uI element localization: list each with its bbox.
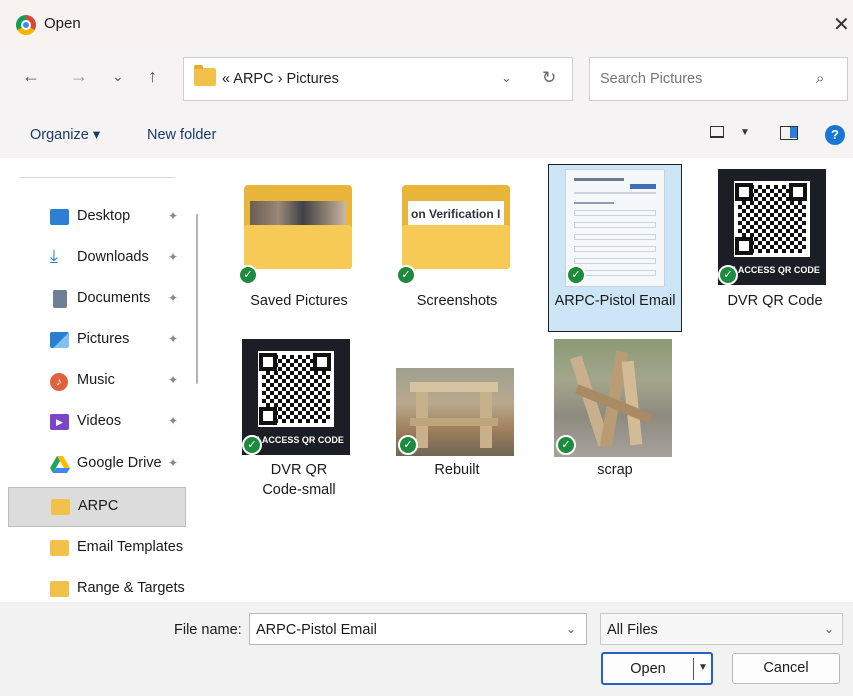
forward-button[interactable]: → bbox=[70, 66, 88, 87]
pin-icon: ✦ bbox=[168, 373, 179, 387]
file-item-dvr-qr-code-small[interactable]: LE ACCESS QR CODE ✓ DVR QR Code-small bbox=[232, 335, 366, 505]
sidebar-item-label: Email Templates bbox=[77, 539, 184, 555]
pin-icon: ✦ bbox=[168, 414, 179, 428]
file-item-rebuilt[interactable]: ✓ Rebuilt bbox=[390, 335, 524, 487]
recent-locations-button[interactable]: ⌄ bbox=[112, 68, 124, 85]
cancel-button[interactable]: Cancel bbox=[732, 653, 840, 684]
back-button[interactable]: ← bbox=[22, 66, 40, 87]
view-options-chevron-icon[interactable]: ▼ bbox=[740, 127, 750, 138]
google-drive-icon bbox=[50, 456, 70, 473]
file-item-label: ARPC-Pistol Email bbox=[554, 293, 676, 309]
sidebar-scrollbar[interactable] bbox=[196, 214, 198, 384]
pin-icon: ✦ bbox=[168, 332, 179, 346]
sync-check-icon: ✓ bbox=[398, 435, 418, 455]
folder-icon bbox=[50, 540, 69, 556]
sync-check-icon: ✓ bbox=[566, 265, 586, 285]
sync-check-icon: ✓ bbox=[718, 265, 738, 285]
address-history-chevron-icon[interactable]: ⌄ bbox=[501, 70, 512, 86]
file-type-chevron-icon[interactable]: ⌄ bbox=[824, 622, 834, 636]
sidebar-divider bbox=[20, 177, 175, 178]
sidebar-item-music[interactable]: ♪ Music ✦ bbox=[8, 362, 186, 402]
sidebar-item-google-drive[interactable]: Google Drive ✦ bbox=[8, 445, 186, 485]
help-icon[interactable]: ? bbox=[825, 125, 845, 145]
sync-check-icon: ✓ bbox=[556, 435, 576, 455]
file-item-label: DVR QR Code-small bbox=[262, 462, 336, 498]
sync-check-icon: ✓ bbox=[238, 265, 258, 285]
pin-icon: ✦ bbox=[168, 291, 179, 305]
document-icon bbox=[53, 290, 67, 308]
music-icon: ♪ bbox=[50, 373, 68, 391]
folder-icon bbox=[50, 581, 69, 597]
file-item-arpc-pistol-email[interactable]: ✓ ARPC-Pistol Email bbox=[548, 164, 682, 332]
sidebar-item-arpc[interactable]: ARPC bbox=[8, 487, 186, 527]
pin-icon: ✦ bbox=[168, 209, 179, 223]
command-bar bbox=[0, 110, 853, 158]
sidebar-item-documents[interactable]: Documents ✦ bbox=[8, 280, 186, 320]
open-button-label: Open bbox=[630, 661, 666, 677]
search-icon[interactable]: ⌕ bbox=[816, 70, 824, 87]
open-split-divider bbox=[693, 658, 694, 680]
file-item-saved-pictures[interactable]: ✓ Saved Pictures bbox=[232, 165, 366, 317]
file-name-input[interactable]: ARPC-Pistol Email bbox=[249, 613, 587, 645]
file-type-select[interactable]: All Files bbox=[600, 613, 843, 645]
open-options-caret-icon[interactable]: ▼ bbox=[698, 662, 708, 673]
sidebar-item-downloads[interactable]: ⤓ Downloads ✦ bbox=[8, 239, 186, 279]
sync-check-icon: ✓ bbox=[396, 265, 416, 285]
file-item-label: Saved Pictures bbox=[250, 293, 348, 309]
open-button[interactable]: Open ▼ bbox=[601, 652, 713, 685]
sidebar-item-label: ARPC bbox=[78, 498, 119, 514]
download-icon: ⤓ bbox=[50, 246, 58, 266]
sidebar-item-label: Range & Targets bbox=[77, 580, 185, 596]
address-breadcrumb[interactable]: « ARPC › Pictures bbox=[222, 71, 339, 87]
folder-icon bbox=[194, 65, 216, 86]
file-item-screenshots[interactable]: on Verification I ✓ Screenshots bbox=[390, 165, 524, 317]
pictures-icon bbox=[50, 332, 69, 348]
pin-icon: ✦ bbox=[168, 456, 179, 470]
sidebar-item-desktop[interactable]: Desktop ✦ bbox=[8, 198, 186, 238]
folder-thumbnail: on Verification I bbox=[402, 185, 510, 269]
sidebar-item-videos[interactable]: ▶ Videos ✦ bbox=[8, 403, 186, 443]
view-mode-icon[interactable] bbox=[710, 126, 724, 138]
new-folder-button[interactable]: New folder bbox=[147, 127, 216, 143]
file-item-label: scrap bbox=[597, 462, 633, 478]
file-item-label: DVR QR Code bbox=[727, 293, 823, 309]
file-item-label: Screenshots bbox=[416, 293, 498, 309]
sidebar-item-email-templates[interactable]: Email Templates bbox=[8, 529, 186, 569]
screenshot-preview-text: on Verification I bbox=[411, 207, 501, 221]
file-item-label: Rebuilt bbox=[434, 462, 480, 478]
file-item-scrap[interactable]: ✓ scrap bbox=[548, 335, 682, 487]
sidebar-item-label: Google Drive bbox=[77, 455, 162, 471]
organize-button[interactable]: Organize ▾ bbox=[30, 127, 100, 143]
file-name-dropdown-chevron-icon[interactable]: ⌄ bbox=[566, 622, 576, 636]
file-item-dvr-qr-code[interactable]: LE ACCESS QR CODE ✓ DVR QR Code bbox=[708, 165, 842, 317]
folder-icon bbox=[51, 499, 70, 515]
window-title: Open bbox=[44, 15, 81, 32]
refresh-icon[interactable]: ↻ bbox=[542, 68, 556, 88]
sync-check-icon: ✓ bbox=[242, 435, 262, 455]
folder-thumbnail bbox=[244, 185, 352, 269]
close-button[interactable]: ✕ bbox=[833, 12, 850, 37]
chrome-logo-icon bbox=[16, 15, 36, 35]
videos-icon: ▶ bbox=[50, 414, 69, 430]
preview-pane-icon[interactable] bbox=[780, 126, 798, 140]
sidebar-item-pictures[interactable]: Pictures ✦ bbox=[8, 321, 186, 361]
pin-icon: ✦ bbox=[168, 250, 179, 264]
search-input[interactable]: Search Pictures bbox=[600, 71, 702, 87]
file-name-label: File name: bbox=[174, 622, 242, 638]
up-button[interactable]: ↑ bbox=[148, 66, 157, 87]
title-bar bbox=[0, 0, 853, 48]
desktop-icon bbox=[50, 209, 69, 225]
